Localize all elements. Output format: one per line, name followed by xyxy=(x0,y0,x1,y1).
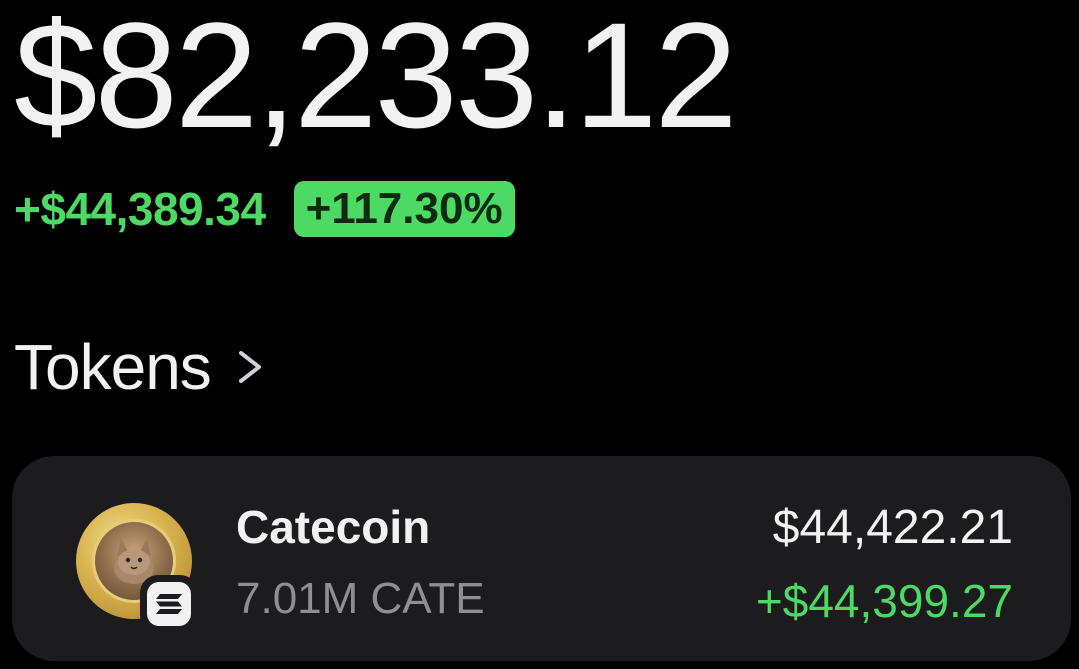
token-amount: 7.01M CATE xyxy=(236,574,485,623)
tokens-section-header[interactable]: Tokens xyxy=(14,330,265,404)
portfolio-change-amount: +$44,389.34 xyxy=(14,183,266,235)
catecoin-token-icon xyxy=(76,503,198,633)
tokens-section-title: Tokens xyxy=(14,331,212,403)
chevron-right-icon xyxy=(235,347,265,387)
token-name: Catecoin xyxy=(236,501,431,553)
portfolio-balance: $82,233.12 xyxy=(14,0,738,159)
solana-chain-icon xyxy=(140,575,198,633)
token-value: $44,422.21 xyxy=(772,501,1013,554)
portfolio-change-row: +$44,389.34 +117.30% xyxy=(14,177,515,241)
token-row-catecoin[interactable]: Catecoin 7.01M CATE $44,422.21 +$44,399.… xyxy=(12,456,1071,661)
token-change: +$44,399.27 xyxy=(755,575,1013,627)
portfolio-change-percent-badge: +117.30% xyxy=(293,181,515,237)
